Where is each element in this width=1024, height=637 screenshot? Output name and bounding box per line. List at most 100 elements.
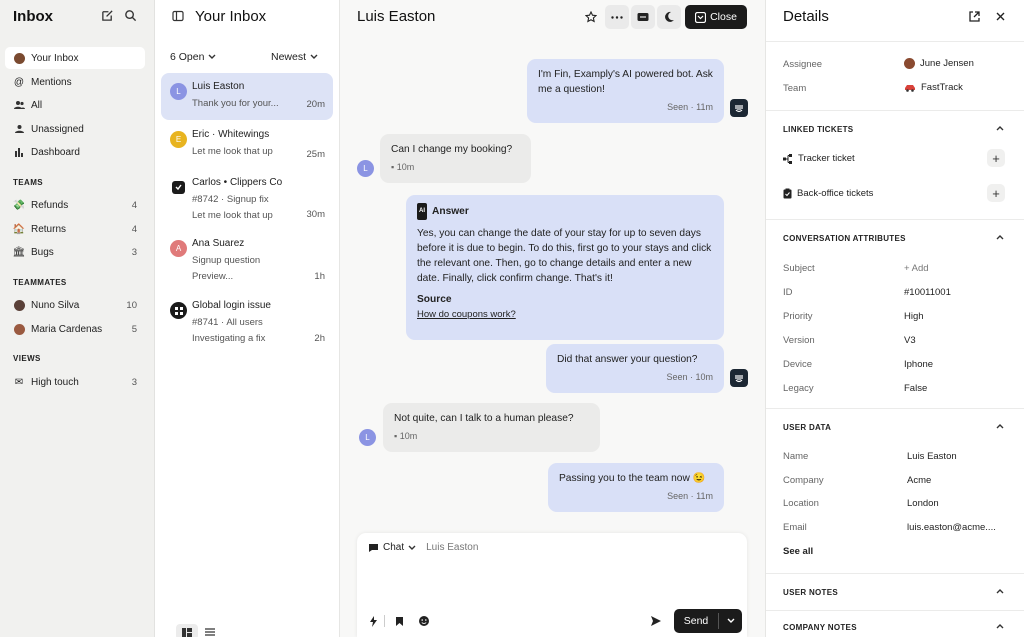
attribute-label: Priority: [783, 311, 813, 322]
sidebar-item-label: Dashboard: [31, 146, 80, 158]
bookmark-icon[interactable]: [395, 616, 404, 627]
compose-icon[interactable]: [101, 9, 115, 23]
conversation-item[interactable]: A Ana Suarez Signup question Preview... …: [161, 230, 333, 290]
count-badge: 10: [126, 299, 137, 311]
chevron-up-icon[interactable]: [996, 234, 1006, 244]
conversation-item[interactable]: E Eric · Whitewings Let me look that up …: [161, 121, 333, 168]
conversation-name: Eric · Whitewings: [192, 129, 270, 140]
divider: [766, 610, 1024, 611]
open-external-icon[interactable]: [969, 11, 980, 22]
star-icon[interactable]: [579, 5, 603, 29]
avatar: L: [170, 83, 187, 100]
subject-add-button[interactable]: + Add: [904, 263, 929, 274]
avatar: [13, 323, 25, 335]
sidebar-item-label: Unassigned: [31, 123, 84, 135]
count-badge: 3: [131, 246, 137, 258]
emoji-icon[interactable]: [418, 615, 430, 627]
open-filter-dropdown[interactable]: 6 Open: [170, 51, 216, 63]
sort-dropdown[interactable]: Newest: [271, 51, 318, 63]
team-value[interactable]: FastTrack: [904, 82, 963, 93]
chevron-up-icon[interactable]: [996, 125, 1006, 135]
conversation-name: Global login issue: [192, 300, 271, 311]
tracker-icon: [170, 302, 187, 319]
sidebar-item-refunds[interactable]: 💸 Refunds 4: [5, 194, 145, 216]
conversation-subtitle: #8742 · Signup fix: [192, 194, 269, 205]
panel-toggle-icon[interactable]: [172, 10, 184, 22]
message-input[interactable]: [357, 561, 747, 605]
message-text: Not quite, can I talk to a human please?: [394, 413, 574, 424]
divider: [766, 219, 1024, 220]
close-icon[interactable]: [996, 12, 1005, 21]
sidebar-item-unassigned[interactable]: Unassigned: [5, 118, 145, 140]
attribute-value[interactable]: False: [904, 383, 927, 394]
chevron-down-icon: [408, 545, 416, 551]
see-all-link[interactable]: See all: [783, 546, 813, 557]
sidebar-item-your-inbox[interactable]: Your Inbox: [5, 47, 145, 69]
attribute-value[interactable]: V3: [904, 335, 916, 346]
assignee-value[interactable]: June Jensen: [904, 58, 974, 69]
avatar: L: [359, 429, 376, 446]
avatar: E: [170, 131, 187, 148]
layout-list-icon[interactable]: [205, 628, 215, 636]
attribute-label: Legacy: [783, 383, 814, 394]
user-data-heading: USER DATA: [783, 423, 832, 432]
ai-badge: AI: [417, 203, 427, 220]
details-panel: Details Assignee June Jensen Team FastTr…: [766, 0, 1024, 637]
chat-icon: [368, 543, 379, 553]
user-data-value: Luis Easton: [907, 451, 957, 462]
conversation-item[interactable]: L Luis Easton Thank you for your... 20m: [161, 73, 333, 120]
attribute-value[interactable]: Iphone: [904, 359, 933, 370]
divider: [384, 615, 385, 627]
fin-bot-icon: [730, 369, 748, 387]
linked-tickets-heading: LINKED TICKETS: [783, 125, 854, 134]
composer[interactable]: Chat Luis Easton Send: [357, 533, 747, 637]
user-data-label: Company: [783, 475, 824, 486]
sidebar-item-maria-cardenas[interactable]: Maria Cardenas 5: [5, 318, 145, 340]
sidebar-item-label: Mentions: [31, 76, 72, 88]
attribute-value[interactable]: High: [904, 311, 924, 322]
add-backoffice-ticket-button[interactable]: +: [987, 184, 1005, 202]
attribute-label: Version: [783, 335, 815, 346]
chevron-up-icon[interactable]: [996, 588, 1006, 598]
conversation-item[interactable]: Carlos • Clippers Co #8742 · Signup fix …: [161, 169, 333, 229]
at-icon: @: [13, 76, 25, 88]
tracker-ticket-row: Tracker ticket: [783, 153, 855, 164]
message-time: 10m: [396, 162, 415, 172]
sidebar-item-returns[interactable]: 🏠 Returns 4: [5, 218, 145, 240]
count-badge: 3: [131, 376, 137, 388]
chevron-down-icon[interactable]: [719, 618, 742, 624]
lightning-icon[interactable]: [369, 616, 378, 627]
ticket-icon[interactable]: [631, 5, 655, 29]
sidebar-item-label: Maria Cardenas: [31, 323, 103, 335]
search-icon[interactable]: [124, 9, 138, 23]
conversation-preview: Investigating a fix: [192, 333, 266, 344]
sidebar-item-all[interactable]: All: [5, 94, 145, 116]
sidebar-item-nuno-silva[interactable]: Nuno Silva 10: [5, 294, 145, 316]
more-icon[interactable]: [605, 5, 629, 29]
conversation-name: Luis Easton: [192, 81, 245, 92]
bot-message: Passing you to the team now 😉 Seen · 11m: [548, 463, 724, 512]
bot-message: I'm Fin, Examply's AI powered bot. Ask m…: [527, 59, 724, 123]
send-button[interactable]: Send: [674, 609, 742, 633]
team-name: FastTrack: [921, 82, 963, 93]
chevron-up-icon[interactable]: [996, 423, 1006, 433]
close-button[interactable]: Close: [685, 5, 747, 29]
conversation-name: Ana Suarez: [192, 238, 245, 249]
count-badge: 4: [131, 223, 137, 235]
source-link[interactable]: How do coupons work?: [417, 307, 713, 322]
conversation-item[interactable]: Global login issue #8741 · All users Inv…: [161, 292, 333, 352]
sidebar-item-bugs[interactable]: 🏛 Bugs 3: [5, 241, 145, 263]
snooze-icon[interactable]: [657, 5, 681, 29]
conversation-preview: Let me look that up: [192, 146, 273, 157]
sidebar-item-mentions[interactable]: @ Mentions: [5, 71, 145, 93]
sidebar-item-high-touch[interactable]: ✉ High touch 3: [5, 371, 145, 393]
layout-split-icon[interactable]: [176, 624, 198, 637]
chevron-down-icon: [208, 54, 216, 60]
add-tracker-ticket-button[interactable]: +: [987, 149, 1005, 167]
chevron-up-icon[interactable]: [996, 623, 1006, 633]
channel-dropdown[interactable]: Chat Luis Easton: [368, 542, 478, 553]
ticket-icon: [170, 179, 187, 196]
user-data-label: Location: [783, 498, 819, 509]
sidebar-item-dashboard[interactable]: Dashboard: [5, 141, 145, 163]
send-arrow-icon[interactable]: [650, 615, 662, 627]
